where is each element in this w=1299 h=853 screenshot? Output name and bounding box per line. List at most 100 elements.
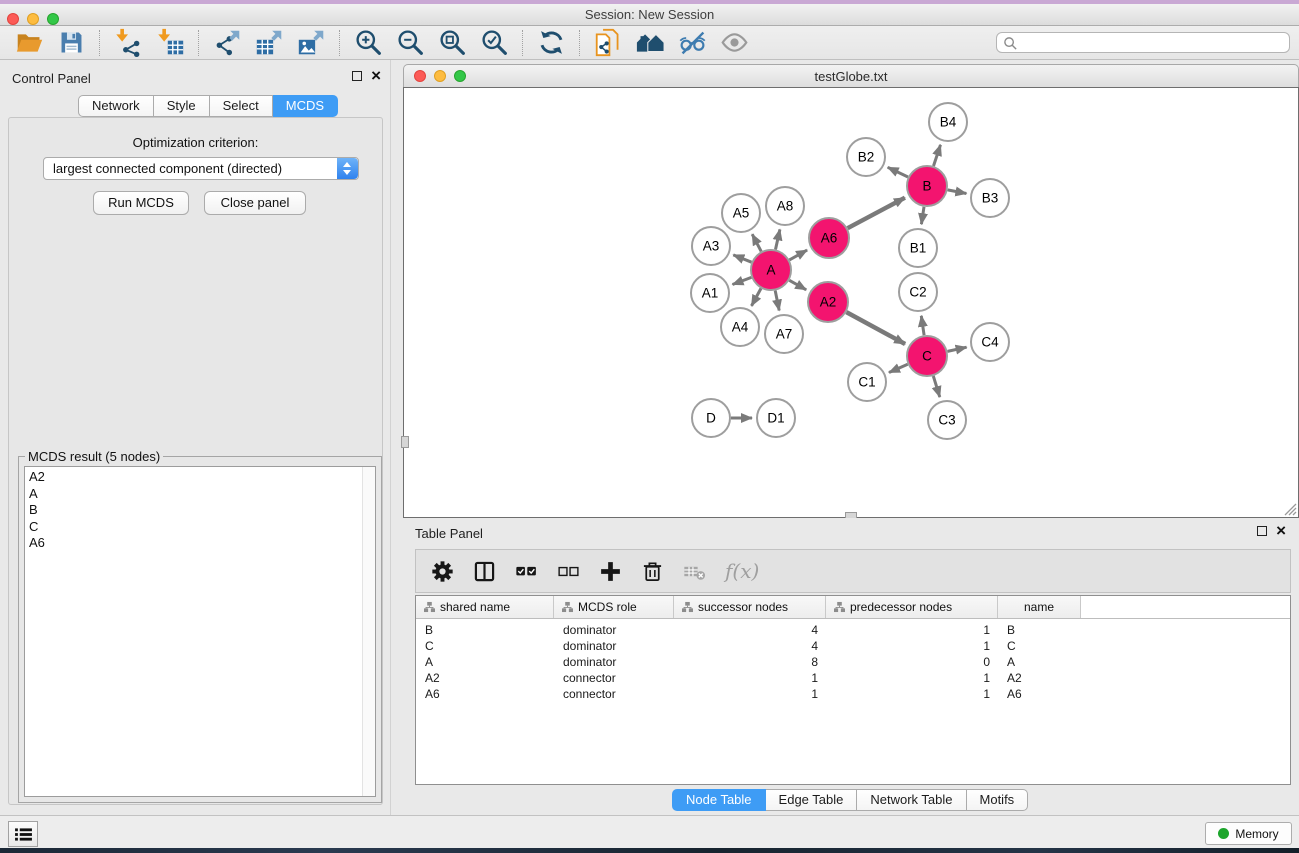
tab-select[interactable]: Select [210, 95, 273, 117]
cell-mcds-role[interactable]: dominator [554, 639, 674, 653]
split-columns-icon[interactable] [471, 558, 498, 585]
node-A7[interactable]: A7 [765, 315, 803, 353]
run-mcds-button[interactable]: Run MCDS [93, 191, 189, 215]
zoom-fit-icon[interactable] [435, 28, 469, 58]
node-C2[interactable]: C2 [899, 273, 937, 311]
cell-shared-name[interactable]: A6 [416, 687, 554, 701]
memory-button[interactable]: Memory [1205, 822, 1292, 845]
edge-A-A6[interactable] [789, 250, 807, 260]
result-scrollbar[interactable] [362, 467, 375, 796]
dropdown-stepper[interactable] [337, 158, 358, 179]
show-panels-list-button[interactable] [8, 821, 38, 847]
node-C3[interactable]: C3 [928, 401, 966, 439]
cell-predecessor-nodes[interactable]: 1 [826, 671, 998, 685]
network-canvas[interactable]: B4B2BB3A8A5A6A3B1AA1C2A2A4A7C4CC1C3DD1 [403, 87, 1299, 518]
table-row[interactable]: Cdominator41C [416, 638, 1290, 654]
node-C4[interactable]: C4 [971, 323, 1009, 361]
node-B3[interactable]: B3 [971, 179, 1009, 217]
column-header-mcds-role[interactable]: MCDS role [554, 596, 674, 618]
node-C1[interactable]: C1 [848, 363, 886, 401]
tab-mcds[interactable]: MCDS [273, 95, 338, 117]
clear-table-icon[interactable] [681, 558, 708, 585]
import-table-icon[interactable] [153, 28, 187, 58]
show-eye-icon[interactable] [717, 28, 751, 58]
cell-name[interactable]: B [998, 623, 1081, 637]
edge-B-B2[interactable] [888, 167, 908, 177]
node-A4[interactable]: A4 [721, 308, 759, 346]
cell-mcds-role[interactable]: dominator [554, 655, 674, 669]
mcds-result-list[interactable]: A2ABCA6 [24, 466, 376, 797]
node-B2[interactable]: B2 [847, 138, 885, 176]
export-table-icon[interactable] [252, 28, 286, 58]
tab-network-table[interactable]: Network Table [857, 789, 966, 811]
cell-successor-nodes[interactable]: 4 [674, 623, 826, 637]
edge-A6-B[interactable] [848, 198, 905, 229]
node-B[interactable]: B [907, 166, 947, 206]
cell-shared-name[interactable]: A2 [416, 671, 554, 685]
node-A6[interactable]: A6 [809, 218, 849, 258]
column-header-shared-name[interactable]: shared name [416, 596, 554, 618]
cell-shared-name[interactable]: C [416, 639, 554, 653]
table-row[interactable]: A6connector11A6 [416, 686, 1290, 702]
tab-network[interactable]: Network [78, 95, 154, 117]
node-A2[interactable]: A2 [808, 282, 848, 322]
cell-predecessor-nodes[interactable]: 0 [826, 655, 998, 669]
resize-grip-icon[interactable] [1282, 501, 1297, 516]
column-header-successor-nodes[interactable]: successor nodes [674, 596, 826, 618]
mcds-result-item[interactable]: A2 [29, 469, 375, 486]
mcds-result-item[interactable]: B [29, 502, 375, 519]
cell-shared-name[interactable]: B [416, 623, 554, 637]
edge-A-A1[interactable] [733, 277, 752, 284]
export-network-icon[interactable] [210, 28, 244, 58]
node-C[interactable]: C [907, 336, 947, 376]
node-A5[interactable]: A5 [722, 194, 760, 232]
node-A1[interactable]: A1 [691, 274, 729, 312]
gear-icon[interactable] [429, 558, 456, 585]
tab-style[interactable]: Style [154, 95, 210, 117]
cell-name[interactable]: C [998, 639, 1081, 653]
edge-B-B3[interactable] [948, 190, 967, 194]
cell-mcds-role[interactable]: dominator [554, 623, 674, 637]
edge-A-A2[interactable] [789, 280, 806, 290]
select-all-icon[interactable] [513, 558, 540, 585]
refresh-layout-icon[interactable] [534, 28, 568, 58]
cell-name[interactable]: A [998, 655, 1081, 669]
zoom-in-icon[interactable] [351, 28, 385, 58]
edge-C-C1[interactable] [889, 364, 908, 372]
cell-name[interactable]: A6 [998, 687, 1081, 701]
delete-column-icon[interactable] [639, 558, 666, 585]
left-splitter-grip[interactable] [401, 436, 409, 448]
cell-successor-nodes[interactable]: 4 [674, 639, 826, 653]
table-row[interactable]: Bdominator41B [416, 622, 1290, 638]
close-panel-icon[interactable]: × [371, 70, 381, 82]
cell-successor-nodes[interactable]: 1 [674, 671, 826, 685]
add-column-icon[interactable] [597, 558, 624, 585]
cell-successor-nodes[interactable]: 1 [674, 687, 826, 701]
cell-successor-nodes[interactable]: 8 [674, 655, 826, 669]
float-table-panel-icon[interactable] [1257, 526, 1267, 536]
node-D1[interactable]: D1 [757, 399, 795, 437]
export-image-icon[interactable] [294, 28, 328, 58]
cell-predecessor-nodes[interactable]: 1 [826, 687, 998, 701]
node-B1[interactable]: B1 [899, 229, 937, 267]
mcds-result-item[interactable]: A [29, 486, 375, 503]
edge-A-A8[interactable] [776, 229, 780, 249]
import-network-icon[interactable] [111, 28, 145, 58]
zoom-selected-icon[interactable] [477, 28, 511, 58]
network-window-titlebar[interactable]: testGlobe.txt [403, 64, 1299, 87]
search-input[interactable] [1021, 34, 1285, 51]
float-panel-icon[interactable] [352, 71, 362, 81]
node-A8[interactable]: A8 [766, 187, 804, 225]
tab-edge-table[interactable]: Edge Table [766, 789, 858, 811]
edge-C-C2[interactable] [921, 316, 924, 335]
cell-predecessor-nodes[interactable]: 1 [826, 623, 998, 637]
optimization-criterion-dropdown[interactable]: largest connected component (directed) [43, 157, 359, 180]
edge-B-B4[interactable] [934, 145, 941, 166]
open-session-icon[interactable] [12, 28, 46, 58]
edge-C-C3[interactable] [933, 376, 940, 397]
tab-motifs[interactable]: Motifs [967, 789, 1029, 811]
edge-A-A3[interactable] [733, 255, 751, 262]
edge-C-C4[interactable] [948, 347, 967, 351]
unselect-all-icon[interactable] [555, 558, 582, 585]
cell-mcds-role[interactable]: connector [554, 687, 674, 701]
